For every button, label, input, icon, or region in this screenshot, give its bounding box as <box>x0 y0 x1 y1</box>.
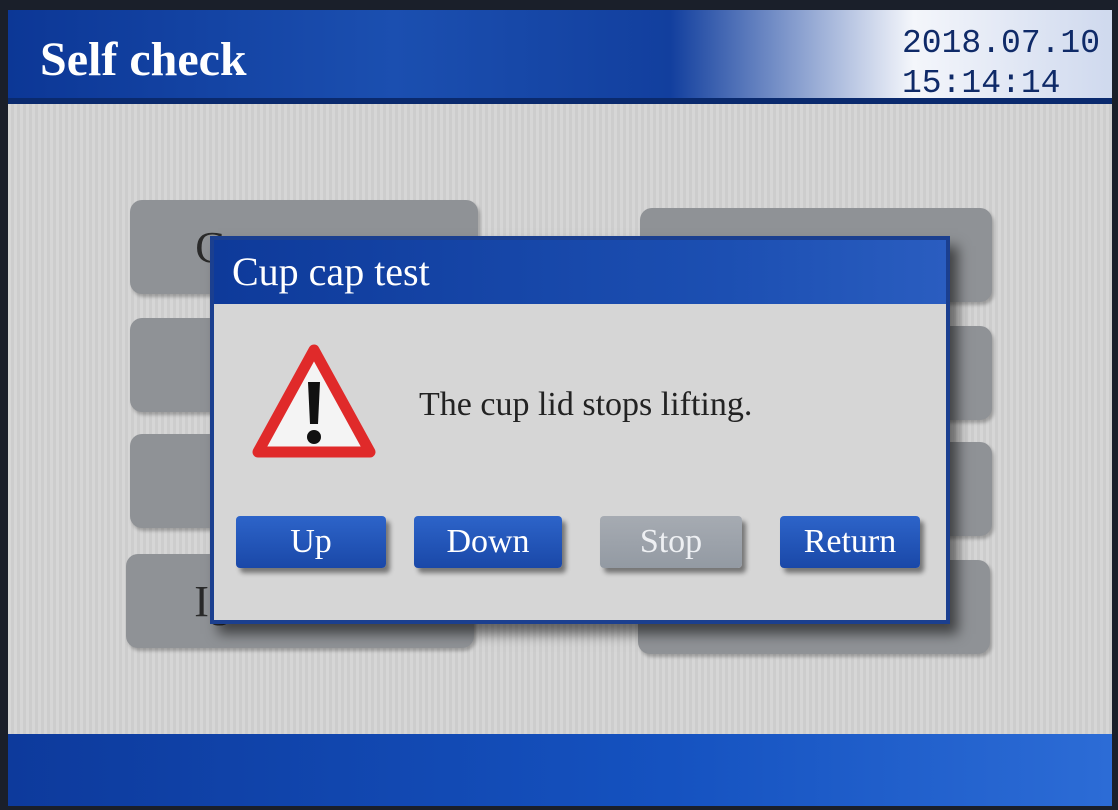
return-button[interactable]: Return <box>780 516 920 568</box>
dialog-message: The cup lid stops lifting. <box>419 386 753 423</box>
warning-triangle-icon <box>252 344 376 458</box>
up-button[interactable]: Up <box>236 516 386 568</box>
stop-button[interactable]: Stop <box>600 516 742 568</box>
time-text: 15:14:14 <box>902 65 1061 102</box>
down-button[interactable]: Down <box>414 516 562 568</box>
cup-cap-test-dialog: Cup cap test The cup lid stops lifting. … <box>210 236 950 624</box>
device-screen: Self check 2018.07.10 15:14:14 Cup cap t… <box>8 10 1112 806</box>
dialog-title: Cup cap test <box>214 240 946 304</box>
header-bar: Self check 2018.07.10 15:14:14 <box>8 10 1112 104</box>
datetime-display: 2018.07.10 15:14:14 <box>902 24 1112 104</box>
footer-bar <box>8 734 1112 806</box>
date-text: 2018.07.10 <box>902 25 1101 62</box>
page-title: Self check <box>40 33 247 86</box>
